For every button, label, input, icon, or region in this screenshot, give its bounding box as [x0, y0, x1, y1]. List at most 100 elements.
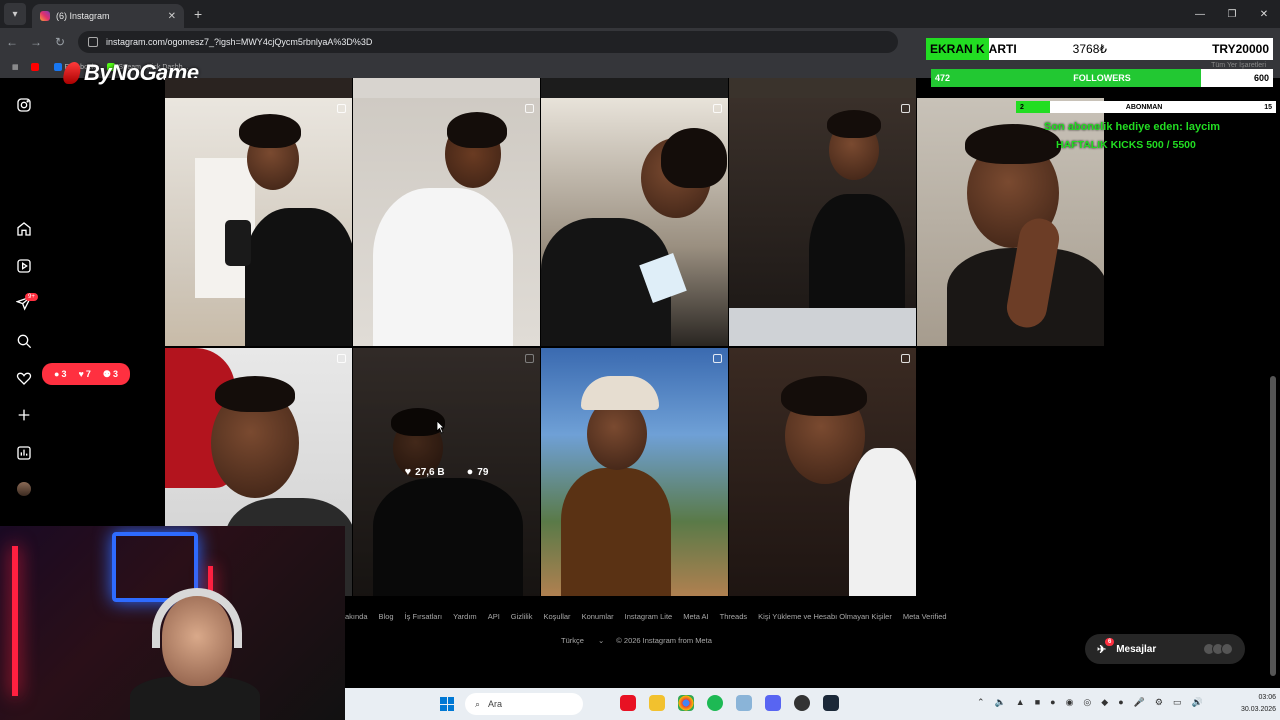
create-plus-icon[interactable] [15, 406, 33, 424]
post-tile-partial[interactable] [165, 78, 352, 98]
chevron-up-icon[interactable]: ⌃ [977, 697, 985, 708]
carousel-icon [337, 354, 346, 363]
tray-app-icon[interactable]: ⚙ [1155, 697, 1163, 708]
tray-app-icon[interactable]: ● [1118, 697, 1123, 708]
messages-badge: 6 [1105, 637, 1115, 646]
footer-link[interactable]: İş Fırsatları [405, 612, 443, 621]
close-tab-icon[interactable]: ✕ [168, 11, 176, 22]
tray-app-icon[interactable]: ■ [1035, 697, 1040, 708]
footer-link[interactable]: Meta AI [683, 612, 708, 621]
obs-icon[interactable] [794, 695, 810, 711]
tray-app-icon[interactable]: ◉ [1066, 697, 1074, 708]
page-scrollbar[interactable] [1270, 376, 1276, 676]
close-window-icon[interactable]: ✕ [1248, 9, 1280, 20]
file-explorer-icon[interactable] [649, 695, 665, 711]
post-tile[interactable] [541, 98, 728, 346]
media-app-icon[interactable] [620, 695, 636, 711]
post-tile[interactable] [541, 348, 728, 596]
footer-link[interactable]: Gizlilik [511, 612, 533, 621]
footer-link[interactable]: Yardım [453, 612, 477, 621]
photo-shirt [849, 448, 916, 596]
footer-meta: Türkçe ⌄ © 2026 Instagram from Meta [561, 636, 724, 645]
speaker-icon[interactable]: 🔊 [1191, 697, 1202, 708]
browser-tab[interactable]: (6) Instagram ✕ [32, 4, 184, 28]
system-tray: ⌃ 🔈 ▲ ■ ● ◉ ◎ ◆ ● 🎤 ⚙ ▭ 🔊 [977, 697, 1213, 708]
heart-icon[interactable] [15, 369, 33, 387]
forward-icon[interactable]: → [24, 35, 48, 49]
follow-count: ⚉ 3 [102, 368, 118, 380]
copyright: © 2026 Instagram from Meta [616, 636, 712, 645]
taskbar-clock[interactable]: 03:06 30.03.2026 [1241, 692, 1276, 716]
restore-icon[interactable]: ❐ [1216, 9, 1248, 20]
tray-app-icon[interactable]: ◎ [1083, 697, 1091, 708]
search-icon[interactable] [15, 332, 33, 350]
tray-app-icon[interactable]: ● [1050, 697, 1055, 708]
post-tile-partial[interactable] [353, 78, 540, 98]
minimize-icon[interactable]: — [1184, 9, 1216, 20]
reload-icon[interactable]: ↻ [48, 35, 72, 49]
footer-link[interactable]: Blog [379, 612, 394, 621]
photo-hair [781, 376, 867, 416]
tray-app-icon[interactable]: ◆ [1101, 697, 1108, 708]
followers-current: 472 [935, 73, 951, 83]
photo-cap [581, 376, 659, 410]
bookmark-youtube[interactable] [30, 63, 42, 71]
heart-filled-icon: ♥ [404, 466, 412, 478]
windows-start-icon[interactable] [440, 697, 454, 711]
reels-icon[interactable] [15, 257, 33, 275]
photo-hair [215, 376, 295, 412]
site-info-icon[interactable] [88, 37, 98, 47]
taskbar-search-placeholder: Ara [488, 699, 503, 709]
post-tile[interactable] [917, 98, 1104, 346]
address-bar[interactable]: instagram.com/ogomesz7_?igsh=MWY4cjQycm5… [78, 31, 898, 53]
post-tile-partial[interactable] [729, 78, 916, 98]
tab-search-button[interactable]: ▾ [4, 3, 26, 25]
steam-icon[interactable] [823, 695, 839, 711]
footer-link[interactable]: Threads [720, 612, 748, 621]
new-tab-icon[interactable]: + [194, 6, 202, 22]
photo-body [245, 208, 352, 346]
footer-link[interactable]: Meta Verified [903, 612, 947, 621]
apps-icon[interactable]: ▦ [12, 63, 19, 71]
discord-icon[interactable] [765, 695, 781, 711]
back-icon[interactable]: ← [0, 35, 24, 49]
settings-icon[interactable] [736, 695, 752, 711]
followers-goal-bar: 472 FOLLOWERS 600 [931, 69, 1273, 87]
spotify-icon[interactable] [707, 695, 723, 711]
post-tile[interactable] [729, 98, 916, 346]
taskbar-search[interactable]: ⌕ Ara [465, 693, 583, 715]
message-avatars [1203, 643, 1233, 655]
goal-target: TRY20000 [1212, 42, 1269, 56]
activity-notification-pill[interactable]: ● 3 ♥ 7 ⚉ 3 [42, 363, 130, 385]
all-bookmarks[interactable]: Tüm Yer İşaretleri [1211, 62, 1266, 69]
comment-bubble-icon: ● [466, 466, 474, 478]
tray-app-icon[interactable]: ▲ [1016, 697, 1025, 708]
instagram-logo-icon[interactable] [15, 96, 33, 114]
dashboard-icon[interactable] [15, 444, 33, 462]
language-select[interactable]: Türkçe ⌄ [561, 636, 604, 645]
footer-link[interactable]: Koşullar [543, 612, 570, 621]
microphone-icon[interactable]: 🎤 [1134, 697, 1145, 708]
subscriber-goal-bar: 2 ABONMAN 15 [1016, 101, 1276, 113]
chrome-icon[interactable] [678, 695, 694, 711]
post-hover-overlay: ♥ 27,6 B ● 79 [353, 348, 540, 596]
post-tile[interactable] [729, 348, 916, 596]
comment-count: ● 3 [54, 369, 67, 379]
footer-link[interactable]: Konumlar [582, 612, 614, 621]
network-icon[interactable]: ▭ [1173, 697, 1182, 708]
footer-link[interactable]: API [488, 612, 500, 621]
sub-gift-text: Son abonelik hediye eden: laycim [1044, 121, 1221, 133]
messages-button[interactable]: ✈ 6 Mesajlar [1085, 634, 1245, 664]
footer-link[interactable]: Instagram Lite [625, 612, 673, 621]
post-tile-hovered[interactable]: ♥ 27,6 B ● 79 [353, 348, 540, 596]
clock-date: 30.03.2026 [1241, 706, 1277, 713]
post-tile[interactable] [353, 98, 540, 346]
post-tile-partial[interactable] [541, 78, 728, 98]
carousel-icon [901, 354, 910, 363]
volume-icon[interactable]: 🔈 [995, 697, 1006, 708]
footer-link[interactable]: akında [345, 612, 368, 621]
post-tile[interactable] [165, 98, 352, 346]
profile-avatar[interactable] [17, 482, 31, 496]
footer-link[interactable]: Kişi Yükleme ve Hesabı Olmayan Kişiler [758, 612, 892, 621]
home-icon[interactable] [15, 220, 33, 238]
